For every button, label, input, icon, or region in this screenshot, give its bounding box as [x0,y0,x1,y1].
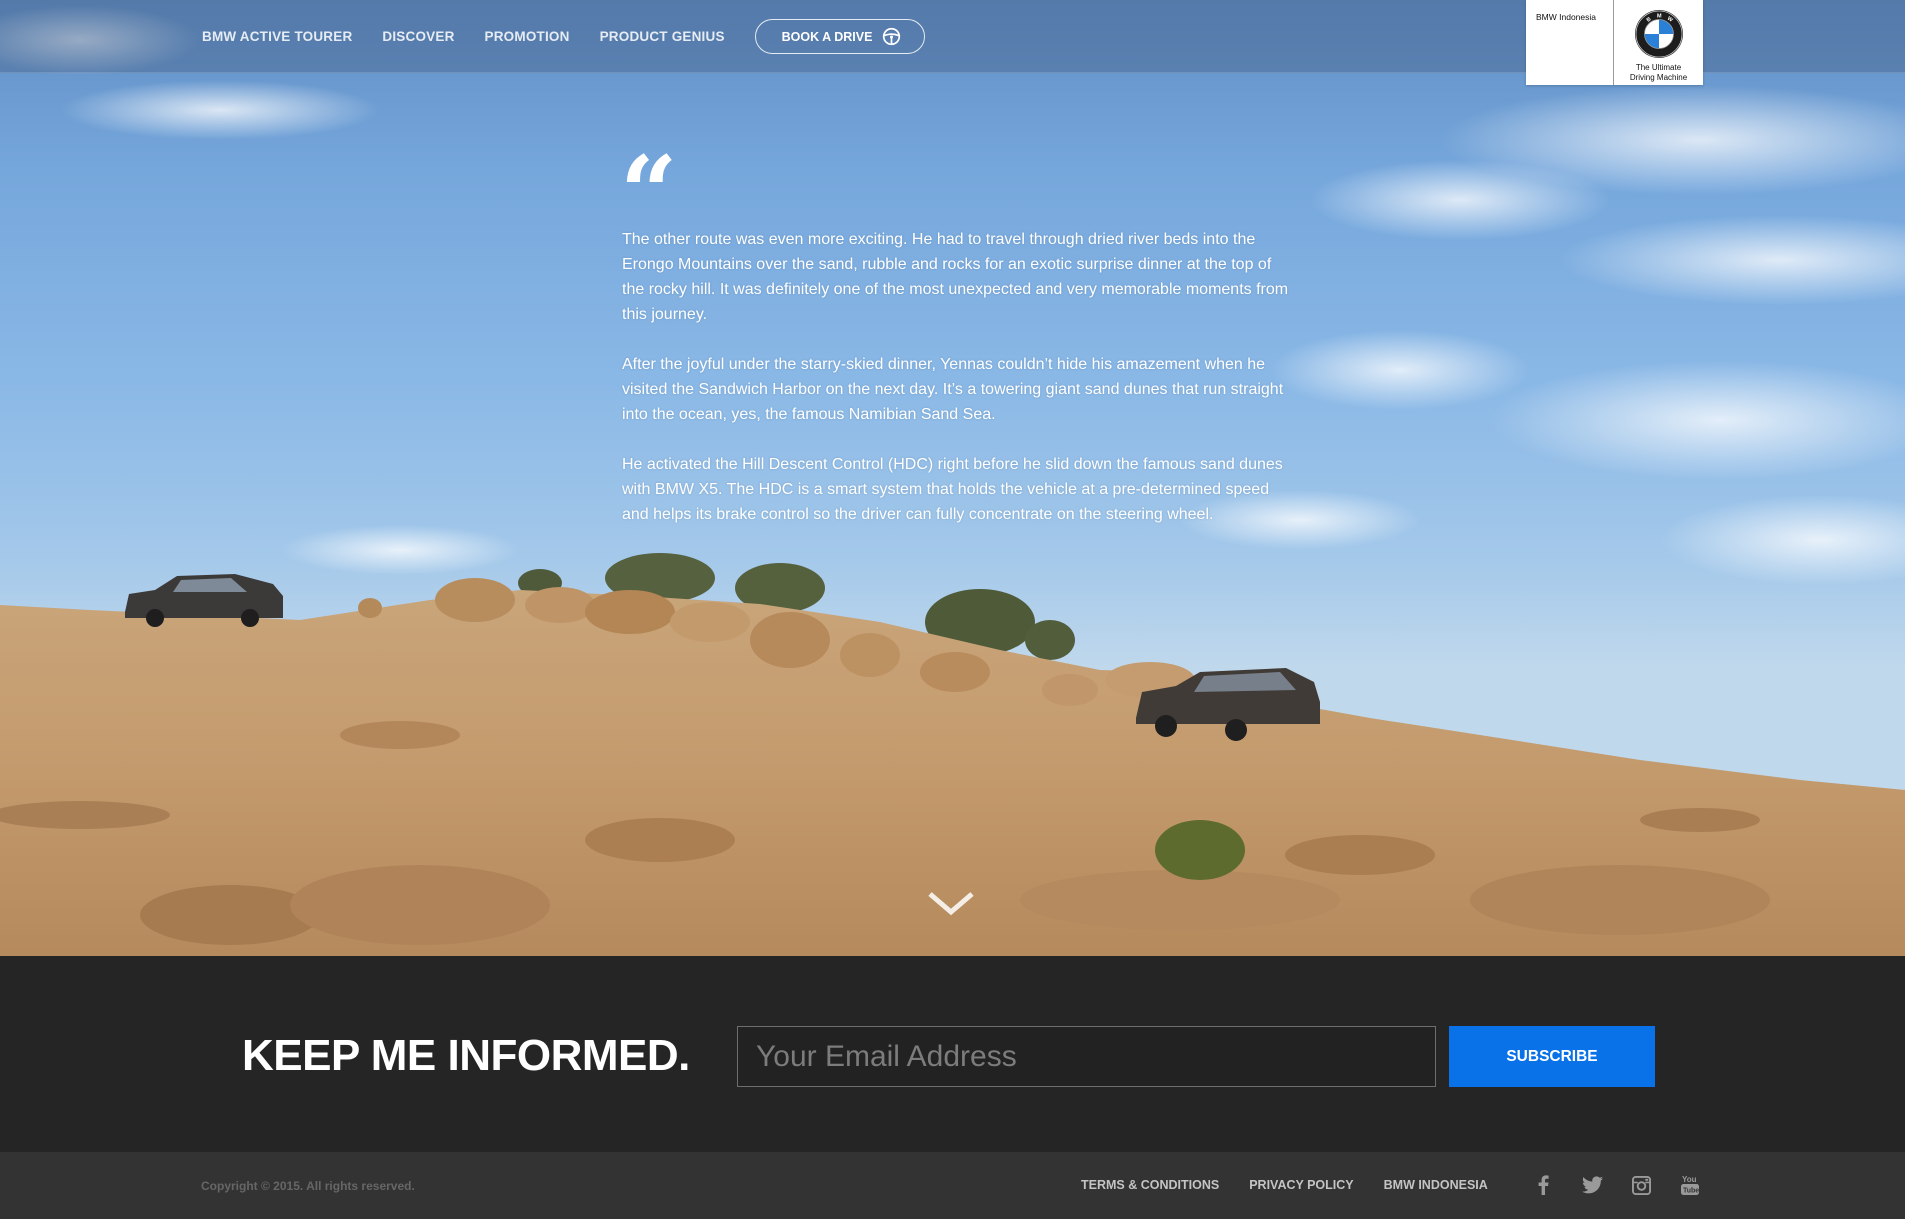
footer-link-bmw-indonesia[interactable]: BMW INDONESIA [1384,1178,1488,1192]
youtube-icon[interactable]: You Tube [1678,1173,1702,1197]
facebook-icon[interactable] [1531,1173,1555,1197]
nav-link-discover[interactable]: DISCOVER [382,29,454,44]
bmw-roundel-logo-icon: B M W [1634,10,1683,58]
footer-link-privacy[interactable]: PRIVACY POLICY [1249,1178,1353,1192]
newsletter-title: KEEP ME INFORMED. [242,1031,690,1080]
scroll-down-chevron-icon[interactable] [926,888,976,918]
nav-link-promotion[interactable]: PROMOTION [485,29,570,44]
footer-links: TERMS & CONDITIONS PRIVACY POLICY BMW IN… [1081,1178,1518,1192]
email-input[interactable] [737,1026,1436,1087]
nav-link-product-genius[interactable]: PRODUCT GENIUS [600,29,725,44]
steering-wheel-icon [883,27,901,46]
hero-section: BMW ACTIVE TOURER DISCOVER PROMOTION PRO… [0,0,1905,956]
quote-paragraph: After the joyful under the starry-skied … [622,356,1284,423]
quote-paragraph: The other route was even more exciting. … [622,231,1289,323]
svg-text:You: You [1682,1175,1697,1184]
quote-text-block: The other route was even more exciting. … [622,227,1292,552]
instagram-icon[interactable] [1629,1173,1653,1197]
bmw-logo-block: B M W The Ultimate Driving Machine [1614,0,1703,85]
main-nav: BMW ACTIVE TOURER DISCOVER PROMOTION PRO… [202,0,926,73]
book-a-drive-label: BOOK A DRIVE [781,29,873,44]
subscribe-button[interactable]: SUBSCRIBE [1449,1026,1655,1087]
svg-text:Tube: Tube [1683,1188,1699,1195]
quote-paragraph: He activated the Hill Descent Control (H… [622,456,1283,523]
brand-box[interactable]: BMW Indonesia B M W The Ultimate Driving… [1526,0,1703,85]
nav-link-active-tourer[interactable]: BMW ACTIVE TOURER [202,29,352,44]
book-a-drive-button[interactable]: BOOK A DRIVE [754,19,926,54]
brand-tagline-line2: Driving Machine [1629,73,1688,82]
brand-tagline-line1: The Ultimate [1635,63,1682,72]
site-name: BMW Indonesia [1526,0,1614,85]
twitter-icon[interactable] [1580,1173,1604,1197]
copyright-text: Copyright © 2015. All rights reserved. [201,1179,415,1193]
footer-link-terms[interactable]: TERMS & CONDITIONS [1081,1178,1219,1192]
brand-tagline: The Ultimate Driving Machine [1630,63,1687,83]
logo-letter: M [1657,14,1662,20]
